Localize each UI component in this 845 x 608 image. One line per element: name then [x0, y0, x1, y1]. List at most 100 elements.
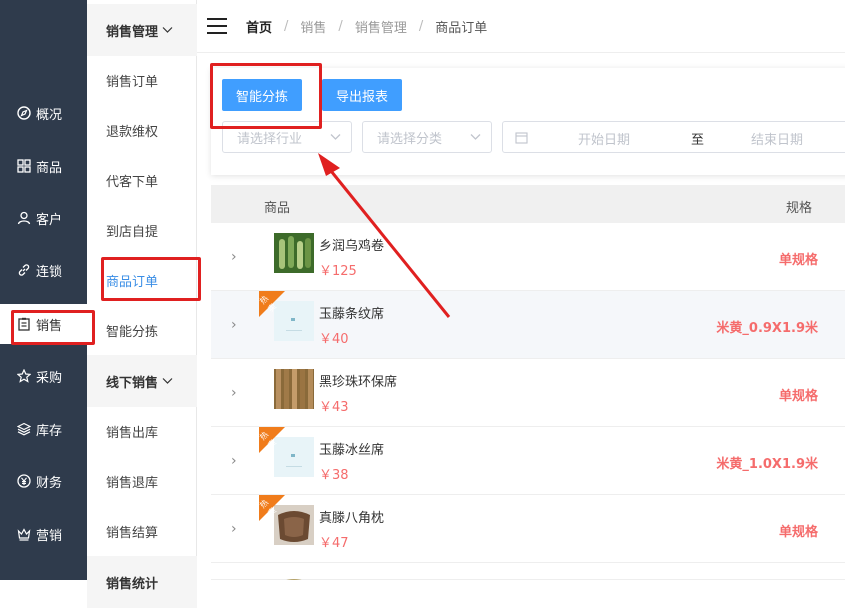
nav-item-label: 营销 [36, 528, 63, 544]
submenu-item-smart-sort[interactable]: 智能分拣 [87, 310, 197, 350]
breadcrumb-separator: / [418, 18, 424, 34]
nav-item-overview[interactable]: 概况 [0, 93, 87, 133]
product-price: ￥43 [319, 400, 349, 415]
chevron-right-icon[interactable]: › [231, 317, 237, 333]
product-thumbnail [274, 369, 314, 409]
product-price: ￥38 [319, 468, 349, 483]
table-row[interactable]: › 黑珍珠环保席 ￥43 单规格 [211, 359, 845, 427]
crown-icon [16, 526, 32, 542]
submenu-item-label: 销售出库 [106, 425, 159, 441]
date-range-separator: 至 [691, 133, 705, 148]
chevron-right-icon[interactable]: › [231, 249, 237, 265]
submenu-item-proxy-order[interactable]: 代客下单 [87, 160, 197, 200]
submenu-item-sales-order[interactable]: 销售订单 [87, 60, 197, 100]
top-header: 首页 / 销售 / 销售管理 / 商品订单 [197, 0, 845, 53]
chevron-right-icon[interactable]: › [231, 453, 237, 469]
clipboard-icon [16, 316, 32, 332]
table-row[interactable]: › 热卖 玉藤冰丝席 ￥38 米黄_1.0X1.9米 [211, 427, 845, 495]
table-row[interactable]: › 乡润乌鸡卷 ￥125 单规格 [211, 223, 845, 291]
product-thumbnail [274, 233, 314, 273]
filter-panel: 智能分拣 导出报表 请选择行业 请选择分类 开始日期 至 结束日期 [211, 68, 845, 175]
nav-item-goods[interactable]: 商品 [0, 146, 87, 186]
submenu-group-offline-sales[interactable]: 线下销售 [87, 355, 197, 407]
chevron-right-icon[interactable]: › [231, 385, 237, 401]
submenu-item-label: 智能分拣 [106, 324, 159, 340]
nav-item-customer[interactable]: 客户 [0, 198, 87, 238]
submenu-group-label: 销售统计 [106, 576, 159, 592]
submenu-item-label: 商品订单 [106, 274, 159, 290]
date-range-picker[interactable]: 开始日期 至 结束日期 [502, 121, 845, 153]
product-name: 玉藤冰丝席 [319, 443, 385, 458]
category-select[interactable]: 请选择分类 [362, 121, 492, 153]
submenu-item-label: 退款维权 [106, 124, 159, 140]
submenu-item-sales-settlement[interactable]: 销售结算 [87, 511, 197, 551]
nav-item-finance[interactable]: 财务 [0, 461, 87, 501]
table-row[interactable] [211, 563, 845, 580]
breadcrumb-sales[interactable]: 销售 [300, 17, 326, 36]
product-price: ￥40 [319, 332, 349, 347]
yen-icon [16, 473, 32, 489]
submenu-item-store-pickup[interactable]: 到店自提 [87, 210, 197, 250]
submenu-item-sales-outbound[interactable]: 销售出库 [87, 411, 197, 451]
nav-item-label: 销售 [36, 318, 63, 334]
product-thumbnail [274, 573, 314, 580]
compass-icon [16, 105, 32, 121]
end-date-input[interactable]: 结束日期 [751, 129, 803, 148]
submenu-item-label: 代客下单 [106, 174, 159, 190]
breadcrumb-home[interactable]: 首页 [246, 17, 272, 36]
nav-item-chain[interactable]: 连锁 [0, 250, 87, 290]
submenu-item-sales-return[interactable]: 销售退库 [87, 461, 197, 501]
nav-item-sales[interactable]: 销售 [0, 304, 87, 344]
breadcrumb-sales-management[interactable]: 销售管理 [355, 17, 407, 36]
submenu-group-label: 销售管理 [106, 24, 159, 40]
table-row[interactable]: › 热卖 真滕八角枕 ￥47 单规格 [211, 495, 845, 563]
submenu-item-label: 销售结算 [106, 525, 159, 541]
product-spec: 单规格 [778, 525, 818, 540]
nav-item-marketing[interactable]: 营销 [0, 514, 87, 554]
product-price: ￥47 [319, 536, 349, 551]
nav-item-label: 财务 [36, 475, 63, 491]
submenu-item-goods-order[interactable]: 商品订单 [87, 260, 197, 300]
submenu-item-label: 销售退库 [106, 475, 159, 491]
product-name: 真滕八角枕 [319, 511, 385, 526]
table-header: 商品 规格 [211, 185, 845, 223]
product-name: 玉藤条纹席 [319, 307, 385, 322]
nav-item-label: 客户 [36, 212, 63, 228]
nav-item-inventory[interactable]: 库存 [0, 409, 87, 449]
industry-select[interactable]: 请选择行业 [222, 121, 352, 153]
breadcrumb-separator: / [338, 18, 343, 34]
chevron-down-icon [162, 374, 173, 389]
table-row[interactable]: › 热卖 玉藤条纹席 ￥40 米黄_0.9X1.9米 [211, 291, 845, 359]
export-report-button[interactable]: 导出报表 [322, 79, 402, 111]
category-select-placeholder: 请选择分类 [377, 131, 443, 147]
product-spec: 单规格 [778, 389, 818, 404]
product-spec: 单规格 [778, 253, 818, 268]
product-spec: 米黄_1.0X1.9米 [716, 457, 818, 472]
submenu-group-sales-stats[interactable]: 销售统计 [87, 556, 197, 608]
chevron-down-icon [162, 23, 173, 38]
product-name: 乡润乌鸡卷 [319, 239, 385, 254]
submenu-group-label: 线下销售 [106, 375, 159, 391]
submenu-item-label: 销售订单 [106, 74, 159, 90]
start-date-input[interactable]: 开始日期 [578, 129, 630, 148]
chevron-down-icon [470, 130, 481, 145]
smart-sort-button[interactable]: 智能分拣 [222, 79, 302, 111]
product-price: ￥125 [319, 264, 357, 279]
submenu-item-refund[interactable]: 退款维权 [87, 110, 197, 150]
menu-toggle-icon[interactable] [207, 18, 227, 34]
nav-item-purchase[interactable]: 采购 [0, 356, 87, 396]
industry-select-placeholder: 请选择行业 [237, 131, 303, 147]
submenu-group-sales-management[interactable]: 销售管理 [87, 4, 197, 56]
column-header-product: 商品 [264, 201, 291, 216]
breadcrumb: 首页 / 销售 / 销售管理 / 商品订单 [246, 17, 487, 36]
star-icon [16, 368, 32, 384]
nav-item-label: 库存 [36, 423, 63, 439]
chevron-right-icon[interactable]: › [231, 521, 237, 537]
breadcrumb-current: 商品订单 [435, 20, 488, 36]
submenu-item-label: 到店自提 [106, 224, 159, 240]
product-name: 黑珍珠环保席 [319, 375, 398, 390]
column-header-spec: 规格 [785, 201, 812, 216]
main-nav: 概况 商品 客户 连锁 销售 采购 库存 财务 营销 [0, 0, 87, 580]
sub-menu: 销售管理 销售订单 退款维权 代客下单 到店自提 商品订单 智能分拣 线下销售 … [87, 0, 197, 608]
nav-item-label: 概况 [36, 107, 63, 123]
